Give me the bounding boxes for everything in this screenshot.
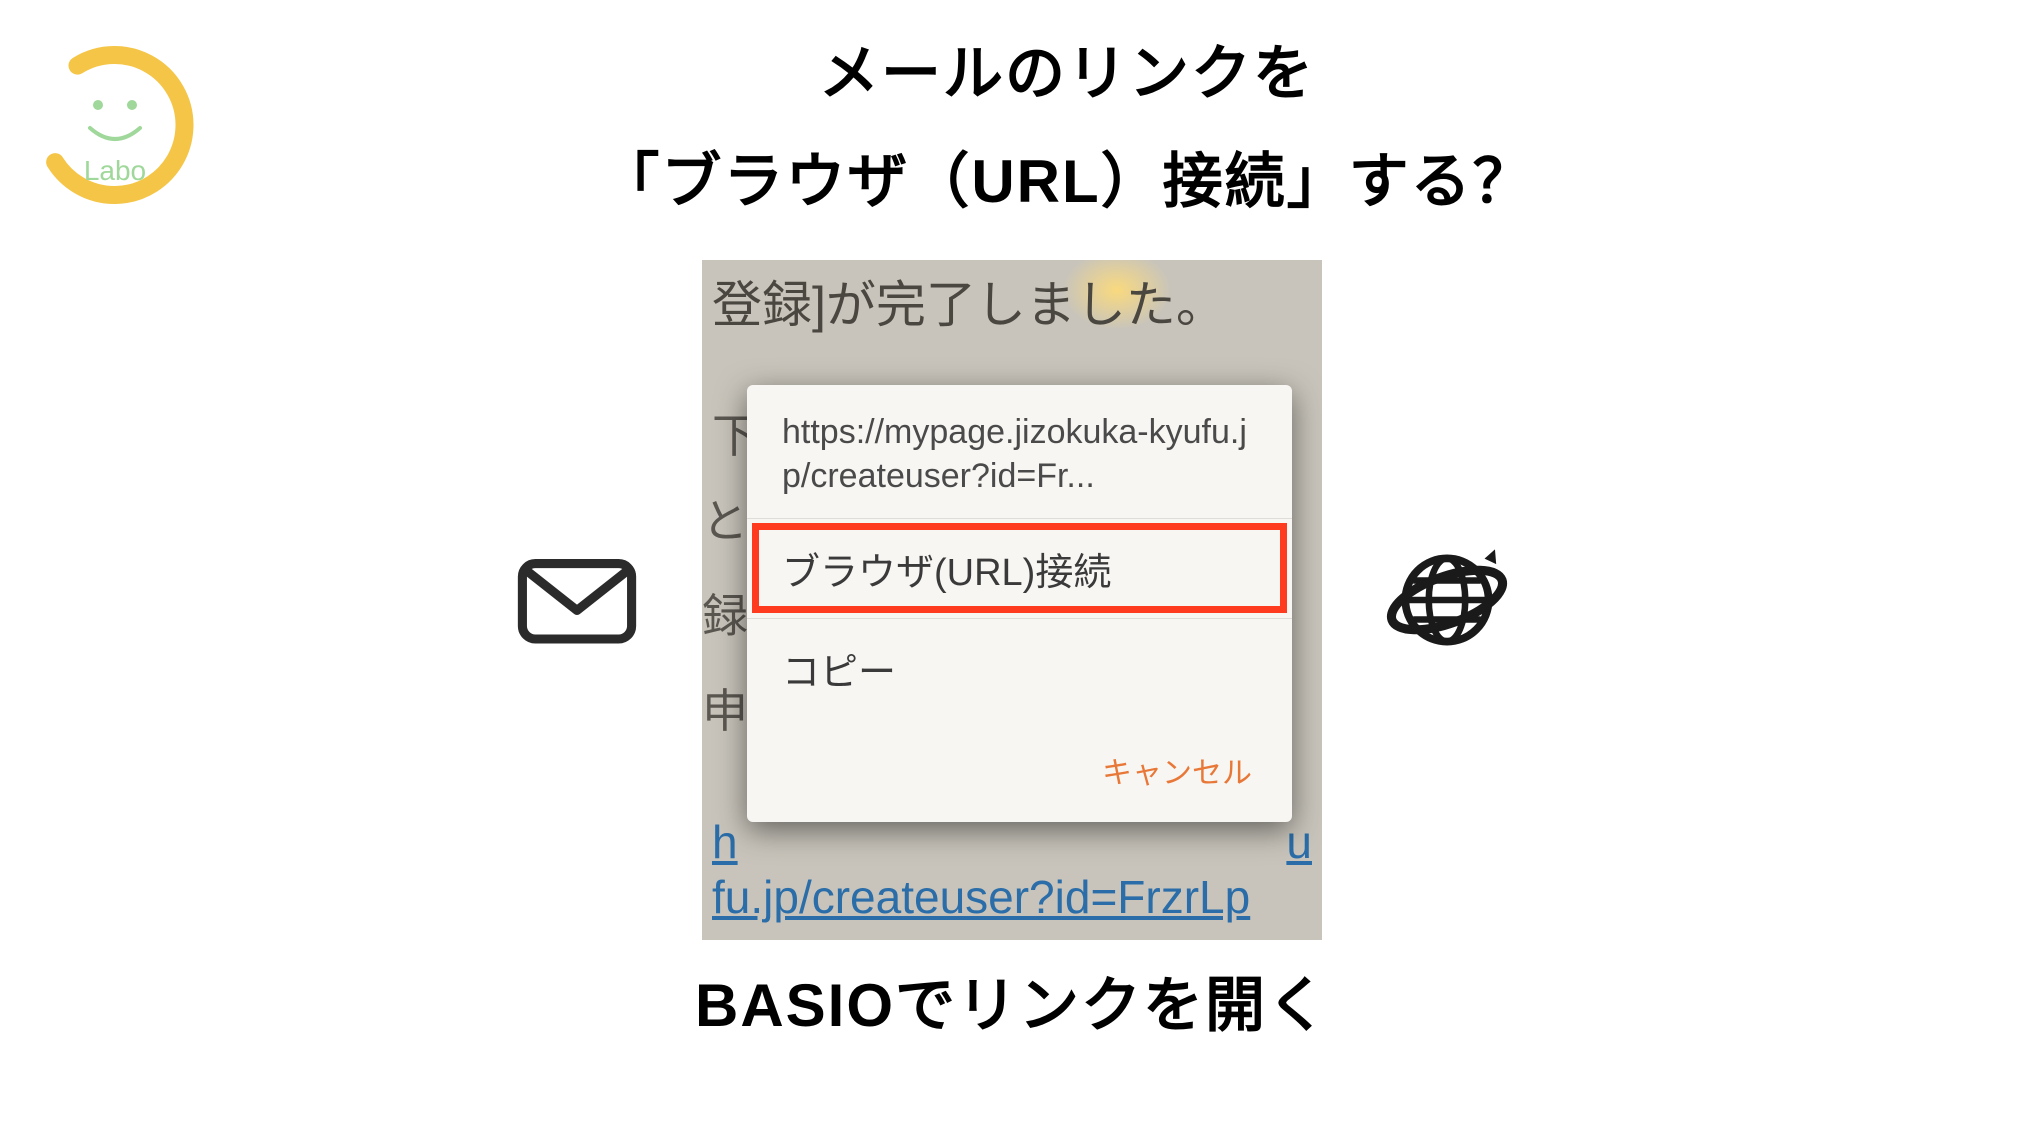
popup-url-text: https://mypage.jizokuka-kyufu.jp/createu…	[747, 410, 1292, 518]
logo-label: Labo	[84, 155, 146, 186]
mail-icon	[512, 535, 642, 665]
bg-email-text: 申	[702, 675, 748, 741]
bg-link: u	[1286, 815, 1312, 869]
globe-icon	[1382, 535, 1512, 665]
title-line-1: メールのリンクを	[210, 20, 1924, 128]
popup-option-browser[interactable]: ブラウザ(URL)接続	[747, 518, 1292, 618]
popup-option-copy[interactable]: コピー	[747, 618, 1292, 718]
logo: Labo	[30, 40, 200, 210]
subtitle: BASIOでリンクを開く	[0, 957, 2024, 1044]
bg-link: h	[712, 815, 738, 869]
popup-cancel[interactable]: キャンセル	[747, 718, 1292, 802]
center-row: 登録]が完了しました。 下 と 録 申 h u fu.jp/createuser…	[0, 260, 2024, 940]
bg-email-text: と	[702, 485, 748, 551]
link-action-popup: https://mypage.jizokuka-kyufu.jp/createu…	[747, 385, 1292, 822]
bg-link: fu.jp/createuser?id=FrzrLp	[712, 870, 1250, 924]
title-block: メールのリンクを 「ブラウザ（URL）接続」する？	[210, 20, 1924, 236]
phone-screenshot: 登録]が完了しました。 下 と 録 申 h u fu.jp/createuser…	[702, 260, 1322, 940]
title-line-2: 「ブラウザ（URL）接続」する？	[210, 128, 1924, 236]
bg-email-text: 録	[702, 580, 748, 646]
bg-email-text: 登録]が完了しました。	[712, 265, 1226, 337]
